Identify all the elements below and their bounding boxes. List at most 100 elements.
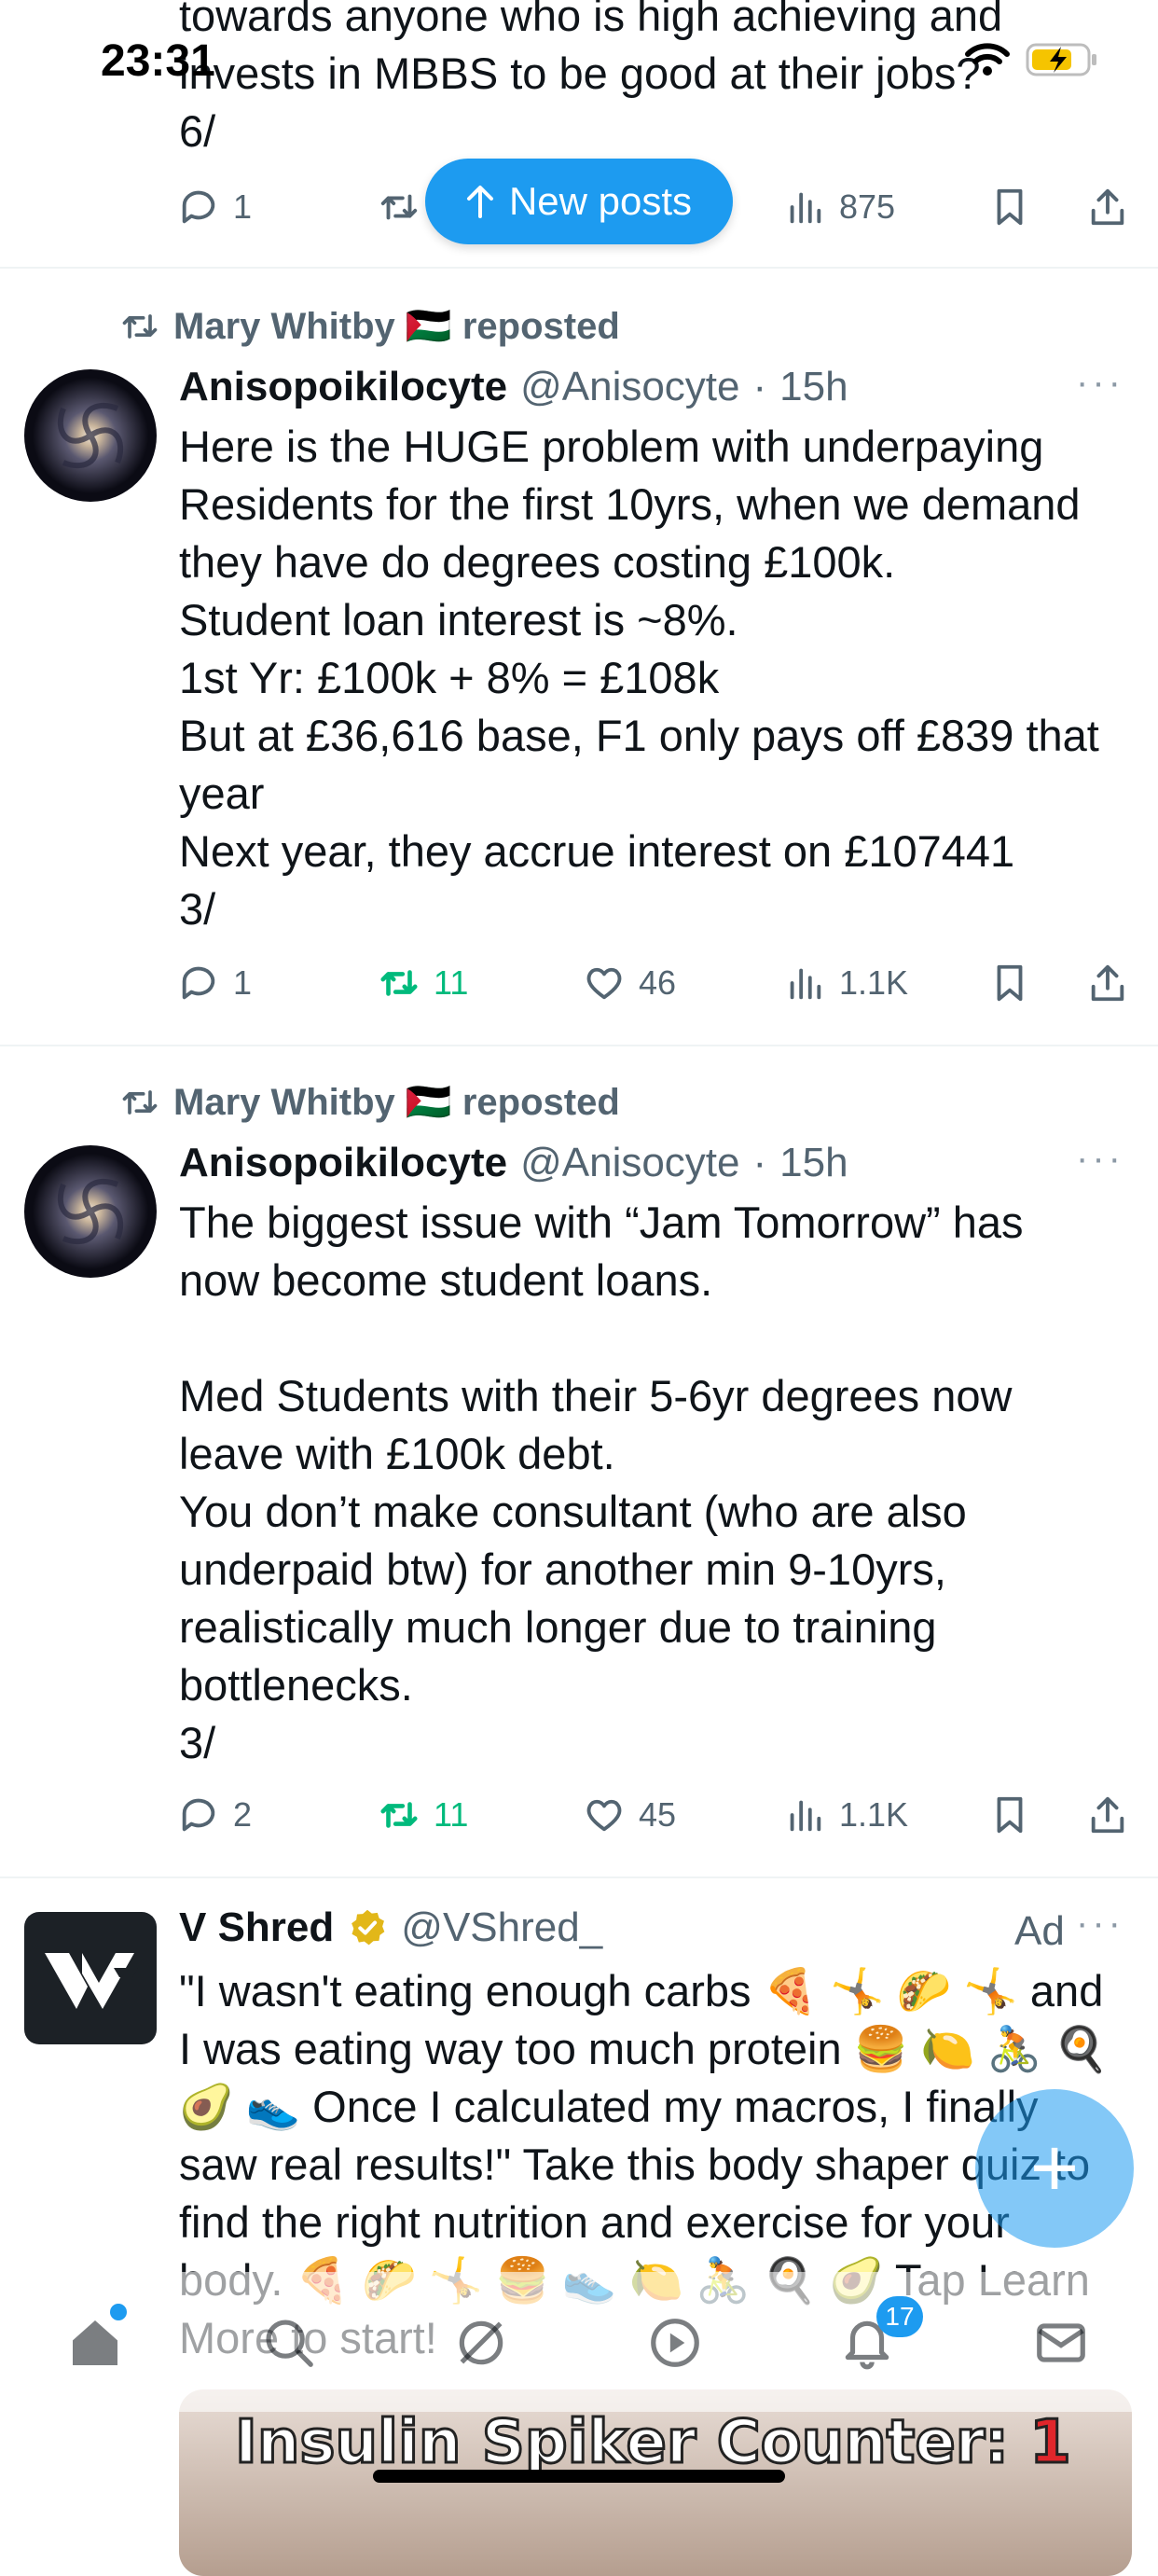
search-icon (266, 2320, 313, 2367)
reposted-by: Mary Whitby 🇵🇸 reposted (173, 306, 620, 347)
views-chart-icon (790, 192, 821, 224)
more-options-button[interactable]: ··· (1076, 1138, 1124, 1180)
bookmark-icon (997, 188, 1023, 226)
repost-icon (122, 1089, 158, 1115)
avatar[interactable] (24, 1145, 157, 1278)
reply-count: 1 (233, 963, 253, 1002)
share-button[interactable] (1086, 1794, 1129, 1836)
status-icons (964, 41, 1100, 78)
reply-button[interactable]: 1 (177, 962, 252, 1004)
share-button[interactable] (1086, 962, 1129, 1004)
reply-icon (182, 190, 215, 224)
repost-icon (380, 1802, 418, 1828)
verified-badge-icon (352, 1909, 385, 1946)
tweet-actions: 2 11 45 1.1K (177, 1787, 1137, 1843)
repost-button[interactable]: 11 (378, 1794, 468, 1836)
bookmark-button[interactable] (988, 186, 1031, 229)
views-button[interactable]: 1.1K (783, 962, 908, 1004)
handle[interactable]: @Anisocyte (520, 1140, 739, 1186)
reply-count: 2 (233, 1795, 253, 1834)
tweet-header: Anisopoikilocyte @Anisocyte · 15h (179, 1140, 848, 1186)
timestamp: 15h (779, 364, 848, 409)
vshred-logo[interactable] (24, 1912, 157, 2044)
handle[interactable]: @Anisocyte (520, 364, 739, 410)
reply-icon (182, 1798, 215, 1832)
wifi-icon (965, 43, 1010, 76)
share-icon (1091, 1796, 1124, 1834)
views-count: 1.1K (839, 963, 909, 1002)
tab-search[interactable] (252, 2306, 326, 2380)
heart-icon (586, 1799, 622, 1832)
handle[interactable]: @VShred_ (401, 1904, 602, 1951)
like-button[interactable]: 46 (583, 962, 676, 1004)
tab-messages[interactable] (1024, 2306, 1098, 2380)
display-name[interactable]: Anisopoikilocyte (179, 1140, 507, 1186)
tweet-header: Anisopoikilocyte @Anisocyte · 15h (179, 364, 848, 410)
arrow-up-icon (466, 186, 493, 218)
more-options-button[interactable]: ··· (1076, 362, 1124, 404)
galaxy-avatar-icon (24, 369, 157, 502)
tab-grok[interactable] (444, 2306, 518, 2380)
ad-media-card[interactable]: Insulin Spiker Counter: 1 (179, 2389, 1132, 2576)
bookmark-button[interactable] (988, 1794, 1031, 1836)
grok-icon (459, 2320, 503, 2365)
play-icon (651, 2319, 699, 2367)
share-button[interactable] (1086, 186, 1129, 229)
reposted-by: Mary Whitby 🇵🇸 reposted (173, 1082, 620, 1123)
display-name[interactable]: Anisopoikilocyte (179, 364, 507, 410)
views-count: 1.1K (839, 1795, 909, 1834)
more-options-button[interactable]: ··· (1076, 1903, 1124, 1945)
repost-icon (122, 313, 158, 339)
tweet-header: V Shred @VShred_ (179, 1904, 602, 1951)
separator-dot: · (752, 1140, 767, 1185)
divider (0, 1877, 1158, 1878)
tweet-text: Here is the HUGE problem with underpayin… (179, 422, 1099, 934)
plus-icon: + (1029, 2121, 1080, 2215)
ad-label: Ad (1014, 1908, 1065, 1954)
home-unread-dot (110, 2304, 127, 2320)
display-name[interactable]: V Shred (179, 1904, 334, 1951)
ad-media-text: Insulin Spiker Counter: 1 (233, 2407, 1073, 2479)
repost-context[interactable]: Mary Whitby 🇵🇸 reposted (119, 1080, 620, 1124)
reply-count: 1 (233, 187, 253, 226)
vshred-logo-icon (45, 1953, 138, 2009)
mail-icon (1037, 2323, 1085, 2362)
views-chart-icon (790, 1800, 821, 1832)
notification-badge: 17 (876, 2296, 923, 2337)
views-button[interactable]: 1.1K (783, 1794, 908, 1836)
repost-count: 11 (434, 963, 469, 1002)
repost-icon (380, 194, 418, 220)
bookmark-icon (997, 1796, 1023, 1834)
reply-button[interactable]: 2 (177, 1794, 252, 1836)
bottom-tab-bar (0, 2272, 1158, 2412)
reply-icon (182, 966, 215, 1000)
tab-video[interactable] (638, 2306, 712, 2380)
timestamp: 15h (779, 1140, 848, 1185)
divider (0, 267, 1158, 269)
battery-charging-icon (1026, 43, 1096, 76)
galaxy-avatar-icon (24, 1145, 157, 1278)
ad-media-text-prefix: Insulin Spiker Counter: (233, 2407, 1030, 2479)
reply-button[interactable]: 1 (177, 186, 252, 229)
ad-media-count: 1 (1028, 2407, 1073, 2479)
avatar[interactable] (24, 369, 157, 502)
bookmark-button[interactable] (988, 962, 1031, 1004)
share-icon (1091, 964, 1124, 1002)
compose-button[interactable]: + (975, 2089, 1134, 2248)
repost-button[interactable] (378, 186, 420, 229)
separator-dot: · (752, 364, 767, 409)
divider (0, 1045, 1158, 1046)
new-posts-label: New posts (508, 179, 693, 223)
repost-count: 11 (434, 1795, 469, 1834)
status-time: 23:31 (101, 36, 215, 86)
repost-button[interactable]: 11 (378, 962, 468, 1004)
repost-icon (380, 970, 418, 996)
views-count: 875 (839, 187, 896, 226)
bookmark-icon (997, 964, 1023, 1002)
new-posts-button[interactable]: New posts (425, 159, 733, 244)
tweet-text: towards anyone who is high achieving and… (179, 0, 1003, 156)
views-chart-icon (790, 968, 821, 1000)
repost-context[interactable]: Mary Whitby 🇵🇸 reposted (119, 304, 620, 348)
views-button[interactable]: 875 (783, 186, 895, 229)
like-button[interactable]: 45 (583, 1794, 676, 1836)
